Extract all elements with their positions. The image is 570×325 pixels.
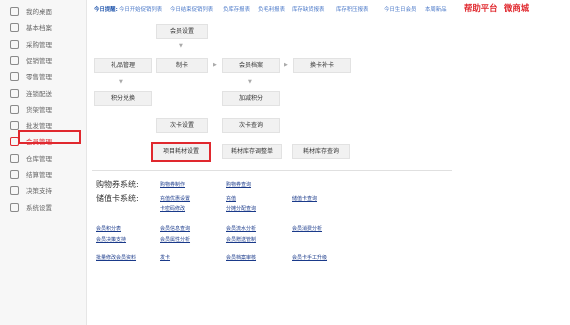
active-item-highlight bbox=[18, 130, 81, 144]
sidebar-item-label: 仓库管理 bbox=[26, 154, 52, 163]
member-info-query-link[interactable]: 会员信息查询 bbox=[160, 225, 190, 232]
coupon-make-link[interactable]: 购物券制作 bbox=[160, 181, 185, 188]
issue-card-link[interactable]: 发卡 bbox=[160, 254, 170, 261]
calc-icon bbox=[10, 170, 19, 179]
sidebar-item[interactable]: 采购管理 bbox=[0, 37, 86, 53]
sidebar-item-label: 我的桌面 bbox=[26, 8, 52, 16]
reminder-link-promo-end[interactable]: 今日结束促销列表 bbox=[170, 5, 213, 13]
make-card-button[interactable]: 制卡 bbox=[156, 58, 208, 73]
sidebar-item[interactable]: 决策支持 bbox=[0, 183, 86, 199]
sidebar-item[interactable]: 零售管理 bbox=[0, 69, 86, 85]
stored-card-query-link[interactable]: 储值卡查询 bbox=[292, 195, 317, 202]
sidebar-item-label: 零售管理 bbox=[26, 73, 52, 82]
monitor-icon bbox=[10, 7, 19, 16]
reminder-link-negative-margin[interactable]: 负毛利报表 bbox=[258, 5, 285, 13]
member-gift-control-link[interactable]: 会员赠送管制 bbox=[226, 236, 256, 243]
box-icon bbox=[10, 121, 19, 131]
points-exchange-button[interactable]: 积分兑换 bbox=[94, 91, 152, 106]
sidebar-item-label: 决策支持 bbox=[26, 187, 52, 196]
arrow-down-icon: ▼ bbox=[119, 79, 123, 85]
gift-manage-button[interactable]: 礼品管理 bbox=[94, 58, 152, 73]
micro-mall-link[interactable]: 微商城 bbox=[504, 2, 529, 14]
sidebar-item[interactable]: 基本档案 bbox=[0, 20, 86, 36]
truck-icon bbox=[10, 88, 19, 98]
times-card-setting-button[interactable]: 次卡设置 bbox=[156, 118, 208, 133]
arrow-down-icon: ▼ bbox=[248, 79, 252, 85]
sidebar-item-label: 系统设置 bbox=[26, 203, 52, 212]
stored-card-system-title: 储值卡系统: bbox=[96, 194, 139, 203]
sidebar-item-label: 基本档案 bbox=[26, 24, 52, 33]
help-platform-link[interactable]: 帮助平台 bbox=[464, 2, 498, 14]
arrow-down-icon: ▼ bbox=[179, 43, 183, 49]
sidebar-item[interactable]: 我的桌面 bbox=[0, 4, 86, 20]
member-flow-analysis-link[interactable]: 会员流水分析 bbox=[226, 225, 256, 232]
folder-icon bbox=[10, 23, 19, 33]
member-archive-review-link[interactable]: 会员档案审核 bbox=[226, 254, 256, 261]
reminder-link-overstock[interactable]: 库存积压报表 bbox=[336, 5, 368, 13]
reminder-link-new-products[interactable]: 本周新品 bbox=[425, 5, 447, 13]
recharge-link[interactable]: 充值 bbox=[226, 195, 236, 202]
reminder-link-promo-start[interactable]: 今日开始促销列表 bbox=[119, 5, 162, 13]
store-icon bbox=[10, 72, 19, 82]
shelf-icon bbox=[10, 104, 19, 114]
warehouse-icon bbox=[10, 153, 19, 163]
member-decision-link[interactable]: 会员决策支持 bbox=[96, 236, 126, 243]
tag-icon bbox=[10, 55, 19, 65]
times-card-query-button[interactable]: 次卡查询 bbox=[222, 118, 280, 133]
member-setting-button[interactable]: 会员设置 bbox=[156, 24, 208, 39]
gear-icon bbox=[10, 202, 19, 212]
member-attribute-link[interactable]: 会员属性分析 bbox=[160, 236, 190, 243]
sidebar-item-label: 促销管理 bbox=[26, 56, 52, 65]
material-stock-adjust-button[interactable]: 耗材库存调整单 bbox=[222, 144, 282, 159]
sidebar-item[interactable]: 系统设置 bbox=[0, 200, 86, 216]
sidebar-item[interactable]: 促销管理 bbox=[0, 53, 86, 69]
sidebar-item[interactable]: 连锁配送 bbox=[0, 86, 86, 102]
distribute-query-link[interactable]: 分摊分配查询 bbox=[226, 205, 256, 212]
member-card-upgrade-link[interactable]: 会员卡手工升级 bbox=[292, 254, 327, 261]
recharge-rule-link[interactable]: 充值优惠设置 bbox=[160, 195, 190, 202]
sidebar-item-label: 批发管理 bbox=[26, 122, 52, 131]
reminder-link-negative-stock[interactable]: 负库存报表 bbox=[223, 5, 250, 13]
batch-edit-member-link[interactable]: 批量修改会员资料 bbox=[96, 254, 136, 261]
coupon-system-title: 购物券系统: bbox=[96, 180, 139, 189]
sidebar-item-label: 货架管理 bbox=[26, 105, 52, 114]
change-card-button[interactable]: 换卡补卡 bbox=[293, 58, 351, 73]
sidebar-item-label: 连锁配送 bbox=[26, 89, 52, 98]
sidebar-item[interactable]: 结算管理 bbox=[0, 167, 86, 183]
member-points-link[interactable]: 会员积分表 bbox=[96, 225, 121, 232]
card-password-link[interactable]: 卡密码修改 bbox=[160, 205, 185, 212]
cart-icon bbox=[10, 39, 19, 49]
coupon-query-link[interactable]: 购物券查询 bbox=[226, 181, 251, 188]
reminder-label: 今日提醒: bbox=[94, 7, 118, 13]
arrow-right-icon: ▶ bbox=[213, 62, 217, 68]
sidebar-item[interactable]: 仓库管理 bbox=[0, 151, 86, 167]
sidebar-item-label: 采购管理 bbox=[26, 40, 52, 49]
sidebar: 我的桌面 基本档案 采购管理 促销管理 零售管理 连锁配送 货架管理 批发管理 会员管理 仓库管理… bbox=[0, 0, 87, 325]
member-consume-analysis-link[interactable]: 会员消费分析 bbox=[292, 225, 322, 232]
material-stock-query-button[interactable]: 耗材库存查询 bbox=[292, 144, 350, 159]
arrow-right-icon: ▶ bbox=[284, 62, 288, 68]
sidebar-item[interactable]: 货架管理 bbox=[0, 102, 86, 118]
member-archive-button[interactable]: 会员档案 bbox=[222, 58, 280, 73]
section-divider bbox=[92, 170, 452, 171]
item-material-setting-button[interactable]: 项目耗材设置 bbox=[151, 142, 211, 162]
chart-icon bbox=[10, 186, 19, 196]
add-points-button[interactable]: 加减积分 bbox=[222, 91, 280, 106]
topbar: 今日提醒: 今日开始促销列表 今日结束促销列表 负库存报表 负毛利报表 库存缺货… bbox=[86, 0, 570, 18]
sidebar-item-label: 结算管理 bbox=[26, 171, 52, 179]
reminder-link-out-of-stock[interactable]: 库存缺货报表 bbox=[292, 5, 324, 13]
reminder-link-birthday[interactable]: 今日生日会员 bbox=[384, 5, 416, 13]
